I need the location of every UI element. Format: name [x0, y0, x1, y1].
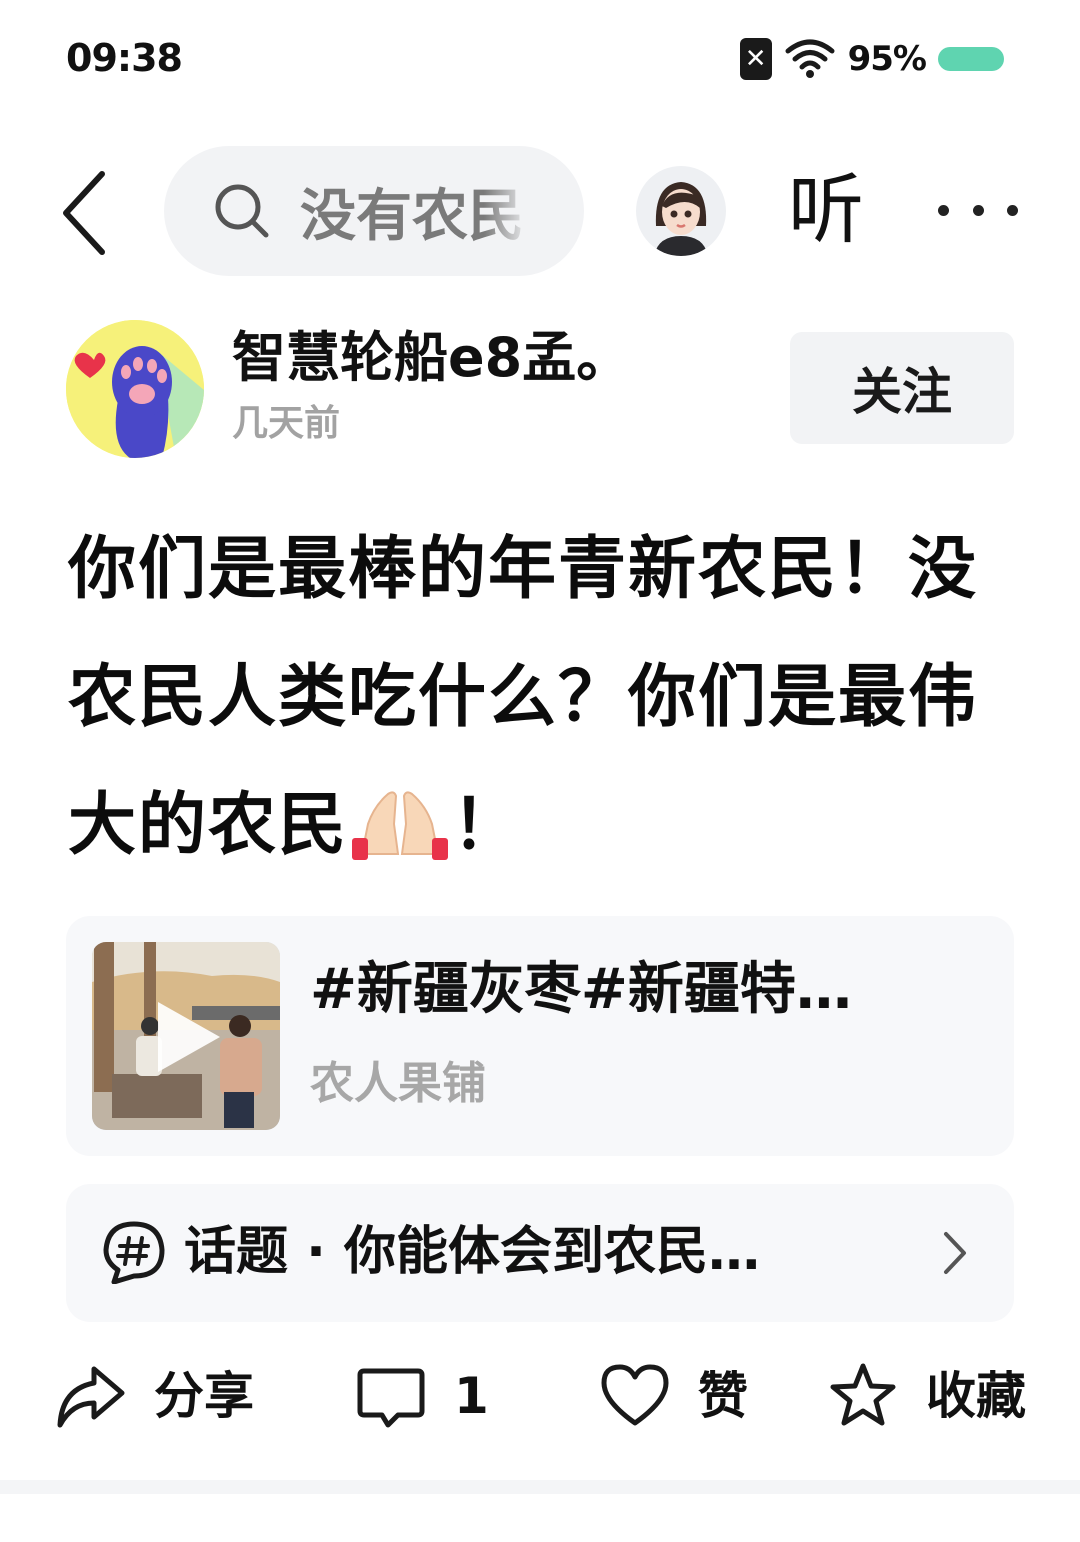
favorite-button[interactable]: 收藏 — [828, 1356, 1026, 1436]
video-thumbnail[interactable] — [92, 942, 280, 1130]
follow-button[interactable]: 关注 — [790, 332, 1014, 444]
video-source: 农人果铺 — [310, 1058, 486, 1109]
share-icon — [57, 1366, 125, 1428]
raised-hands-emoji — [352, 791, 449, 860]
author-avatar[interactable] — [66, 320, 204, 458]
status-time: 09:38 — [66, 36, 183, 80]
like-button[interactable]: 赞 — [600, 1356, 748, 1436]
ai-avatar-icon[interactable] — [636, 166, 726, 256]
post-time: 几天前 — [232, 403, 341, 444]
video-title: #新疆灰枣#新疆特… — [310, 957, 852, 1022]
search-icon — [215, 184, 269, 238]
comment-count: 1 — [454, 1367, 489, 1425]
author-name[interactable]: 智慧轮船e8孟。 — [232, 320, 630, 396]
topic-card[interactable]: 话题 · 你能体会到农民… — [66, 1184, 1014, 1322]
post-body: 你们是最棒的年青新农民！没农民人类吃什么？你们是最伟大的农民 ！ — [68, 506, 1028, 890]
more-dot — [938, 204, 949, 216]
share-button[interactable]: 分享 — [56, 1356, 254, 1436]
wifi-icon — [785, 39, 835, 78]
more-dot — [1007, 204, 1018, 216]
star-icon — [830, 1363, 896, 1426]
back-icon[interactable] — [56, 168, 116, 258]
comment-button[interactable]: 1 — [356, 1356, 489, 1436]
more-icon[interactable] — [938, 190, 1018, 230]
listen-button[interactable]: 听 — [788, 160, 864, 260]
post-detail-page: 09:38 ✕ 95% 没有农民 听 智慧轮船e8孟。 几天前 关注 你们是最棒… — [0, 0, 1080, 1542]
topic-text: 话题 · 你能体会到农民… — [184, 1222, 760, 1282]
chevron-right-icon — [944, 1232, 966, 1274]
comment-icon — [357, 1368, 425, 1428]
ai-avatar-image — [654, 182, 708, 256]
favorite-label: 收藏 — [926, 1367, 1026, 1425]
post-body-exclaim: ！ — [452, 786, 523, 865]
heart-icon — [601, 1364, 669, 1426]
more-dot — [972, 204, 984, 216]
like-label: 赞 — [698, 1367, 748, 1425]
battery-percent: 95% — [847, 39, 927, 79]
sim-off-icon: ✕ — [739, 38, 772, 80]
topic-hash-icon — [103, 1221, 165, 1284]
paw-avatar-image — [66, 320, 204, 458]
post-body-text: 你们是最棒的年青新农民！没农民人类吃什么？你们是最伟大的农民 — [68, 530, 979, 865]
share-label: 分享 — [154, 1367, 254, 1425]
search-input[interactable]: 没有农民 — [164, 146, 584, 276]
video-card[interactable]: #新疆灰枣#新疆特… 农人果铺 — [66, 916, 1014, 1156]
battery-icon — [938, 47, 1004, 71]
status-indicators: ✕ 95% — [739, 38, 1004, 80]
video-thumbnail-image — [92, 942, 280, 1130]
section-divider — [0, 1480, 1080, 1494]
search-query: 没有农民 — [300, 183, 524, 249]
